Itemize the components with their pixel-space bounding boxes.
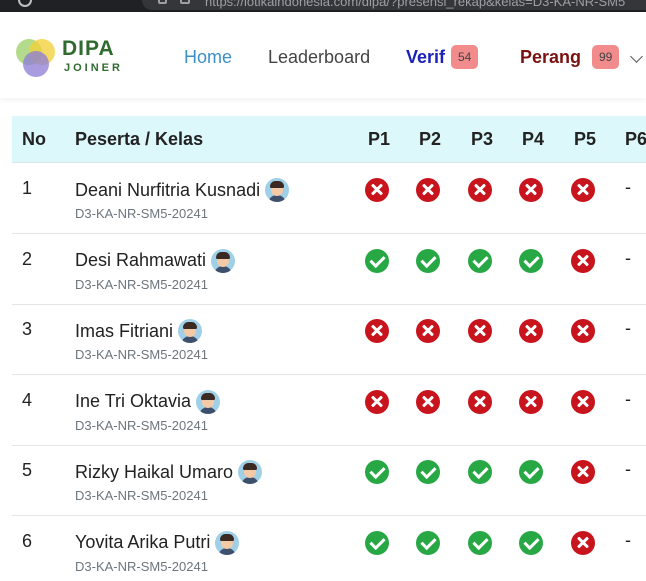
reload-icon[interactable] [18, 0, 32, 7]
table-row: 3 Imas Fitriani D3-KA-NR-SM5-20241 - [12, 304, 646, 375]
nav-verif[interactable]: Verif [406, 47, 445, 68]
tab-icon[interactable] [180, 0, 190, 4]
attendance-table: No Peserta / Kelas P1 P2 P3 P4 P5 P6 1 De… [12, 116, 646, 581]
participant-name: Deani Nurfitria Kusnadi [75, 179, 261, 200]
x-circle-icon [468, 389, 492, 414]
avatar-icon [265, 178, 290, 202]
x-circle-icon [365, 319, 389, 343]
p6-empty-mark: - [625, 247, 631, 268]
check-circle-icon [416, 460, 440, 484]
row-number: 6 [22, 530, 33, 551]
participant-name: Rizky Haikal Umaro [75, 461, 234, 482]
participant-class: D3-KA-NR-SM5-20241 [75, 206, 208, 221]
row-number: 2 [22, 248, 33, 269]
row-number: 3 [22, 319, 33, 339]
x-circle-icon [365, 178, 389, 202]
table-row: 2 Desi Rahmawati D3-KA-NR-SM5-20241 - [12, 234, 646, 305]
header-peserta: Peserta / Kelas [75, 129, 204, 149]
table-row: 6 Yovita Arika Putri D3-KA-NR-SM5-20241 - [12, 516, 646, 581]
participant-name: Imas Fitriani [75, 320, 174, 341]
participant-class: D3-KA-NR-SM5-20241 [75, 488, 208, 503]
navbar: DIPA JOINER Home Leaderboard Verif 54 Pe… [0, 12, 646, 98]
nav-perang[interactable]: Perang [520, 47, 581, 68]
check-circle-icon [519, 460, 543, 484]
x-circle-icon [468, 319, 492, 343]
participant-name: Desi Rahmawati [75, 250, 207, 270]
table-row: 1 Deani Nurfitria Kusnadi D3-KA-NR-SM5-202… [12, 163, 646, 234]
x-circle-icon [416, 319, 440, 343]
x-circle-icon [571, 319, 595, 343]
avatar-icon [211, 248, 236, 273]
row-number: 4 [22, 389, 33, 410]
avatar-icon [215, 530, 240, 555]
header-no: No [22, 129, 46, 149]
participant-name-cell: Ine Tri Oktavia [75, 389, 221, 414]
table-row: 5 Rizky Haikal Umaro D3-KA-NR-SM5-20241 - [12, 445, 646, 516]
row-number: 1 [22, 178, 33, 198]
participant-name-cell: Imas Fitriani [75, 319, 203, 343]
check-circle-icon [468, 460, 492, 484]
row-number: 5 [22, 460, 33, 480]
header-p4: P4 [522, 129, 545, 149]
participant-class: D3-KA-NR-SM5-20241 [75, 417, 208, 433]
participant-class: D3-KA-NR-SM5-20241 [75, 276, 208, 292]
p6-empty-mark: - [625, 318, 631, 338]
header-p5: P5 [574, 129, 597, 149]
participant-class: D3-KA-NR-SM5-20241 [75, 347, 208, 362]
participant-name-cell: Yovita Arika Putri [75, 530, 240, 555]
table-row: 4 Ine Tri Oktavia D3-KA-NR-SM5-20241 - [12, 375, 646, 446]
avatar-icon [196, 389, 221, 414]
nav-home[interactable]: Home [184, 47, 232, 68]
brand-logo[interactable]: DIPA JOINER [14, 35, 124, 79]
x-circle-icon [571, 389, 595, 414]
p6-empty-mark: - [625, 388, 631, 409]
chevron-down-icon[interactable] [630, 50, 643, 63]
participant-name-cell: Deani Nurfitria Kusnadi [75, 178, 290, 202]
x-circle-icon [365, 389, 389, 414]
x-circle-icon [468, 178, 492, 202]
x-circle-icon [571, 248, 595, 273]
p6-empty-mark: - [625, 177, 631, 197]
x-circle-icon [416, 178, 440, 202]
header-p1: P1 [368, 129, 391, 149]
header-p2: P2 [419, 129, 442, 149]
x-circle-icon [571, 178, 595, 202]
x-circle-icon [519, 178, 543, 202]
participant-name: Ine Tri Oktavia [75, 391, 192, 411]
participant-class: D3-KA-NR-SM5-20241 [75, 558, 208, 574]
p6-empty-mark: - [625, 459, 631, 479]
dipa-logo-icon [14, 35, 58, 79]
nav-leaderboard[interactable]: Leaderboard [268, 47, 370, 68]
avatar-icon [178, 319, 203, 343]
brand-subtitle: JOINER [64, 62, 123, 74]
p6-empty-mark: - [625, 529, 631, 550]
header-p6: P6 [625, 129, 646, 149]
lock-icon[interactable] [158, 0, 167, 4]
verif-count-badge: 54 [451, 45, 479, 69]
url-text[interactable]: https://iotikaindonesia.com/dipa/?presen… [205, 0, 625, 9]
check-circle-icon [519, 248, 543, 273]
table-header: No Peserta / Kelas P1 P2 P3 P4 P5 P6 [12, 116, 646, 163]
participant-name: Yovita Arika Putri [75, 532, 211, 552]
check-circle-icon [365, 248, 389, 273]
x-circle-icon [416, 389, 440, 414]
check-circle-icon [468, 530, 492, 555]
avatar-icon [238, 460, 263, 484]
participant-name-cell: Rizky Haikal Umaro [75, 460, 263, 484]
check-circle-icon [365, 460, 389, 484]
x-circle-icon [571, 530, 595, 555]
x-circle-icon [571, 460, 595, 484]
check-circle-icon [416, 530, 440, 555]
participant-name-cell: Desi Rahmawati [75, 248, 236, 273]
check-circle-icon [416, 248, 440, 273]
check-circle-icon [365, 530, 389, 555]
x-circle-icon [519, 389, 543, 414]
perang-count-badge: 99 [592, 45, 620, 69]
check-circle-icon [519, 530, 543, 555]
browser-chrome: https://iotikaindonesia.com/dipa/?presen… [0, 0, 646, 12]
header-p3: P3 [471, 129, 494, 149]
brand-title: DIPA [62, 37, 115, 60]
check-circle-icon [468, 248, 492, 273]
x-circle-icon [519, 319, 543, 343]
